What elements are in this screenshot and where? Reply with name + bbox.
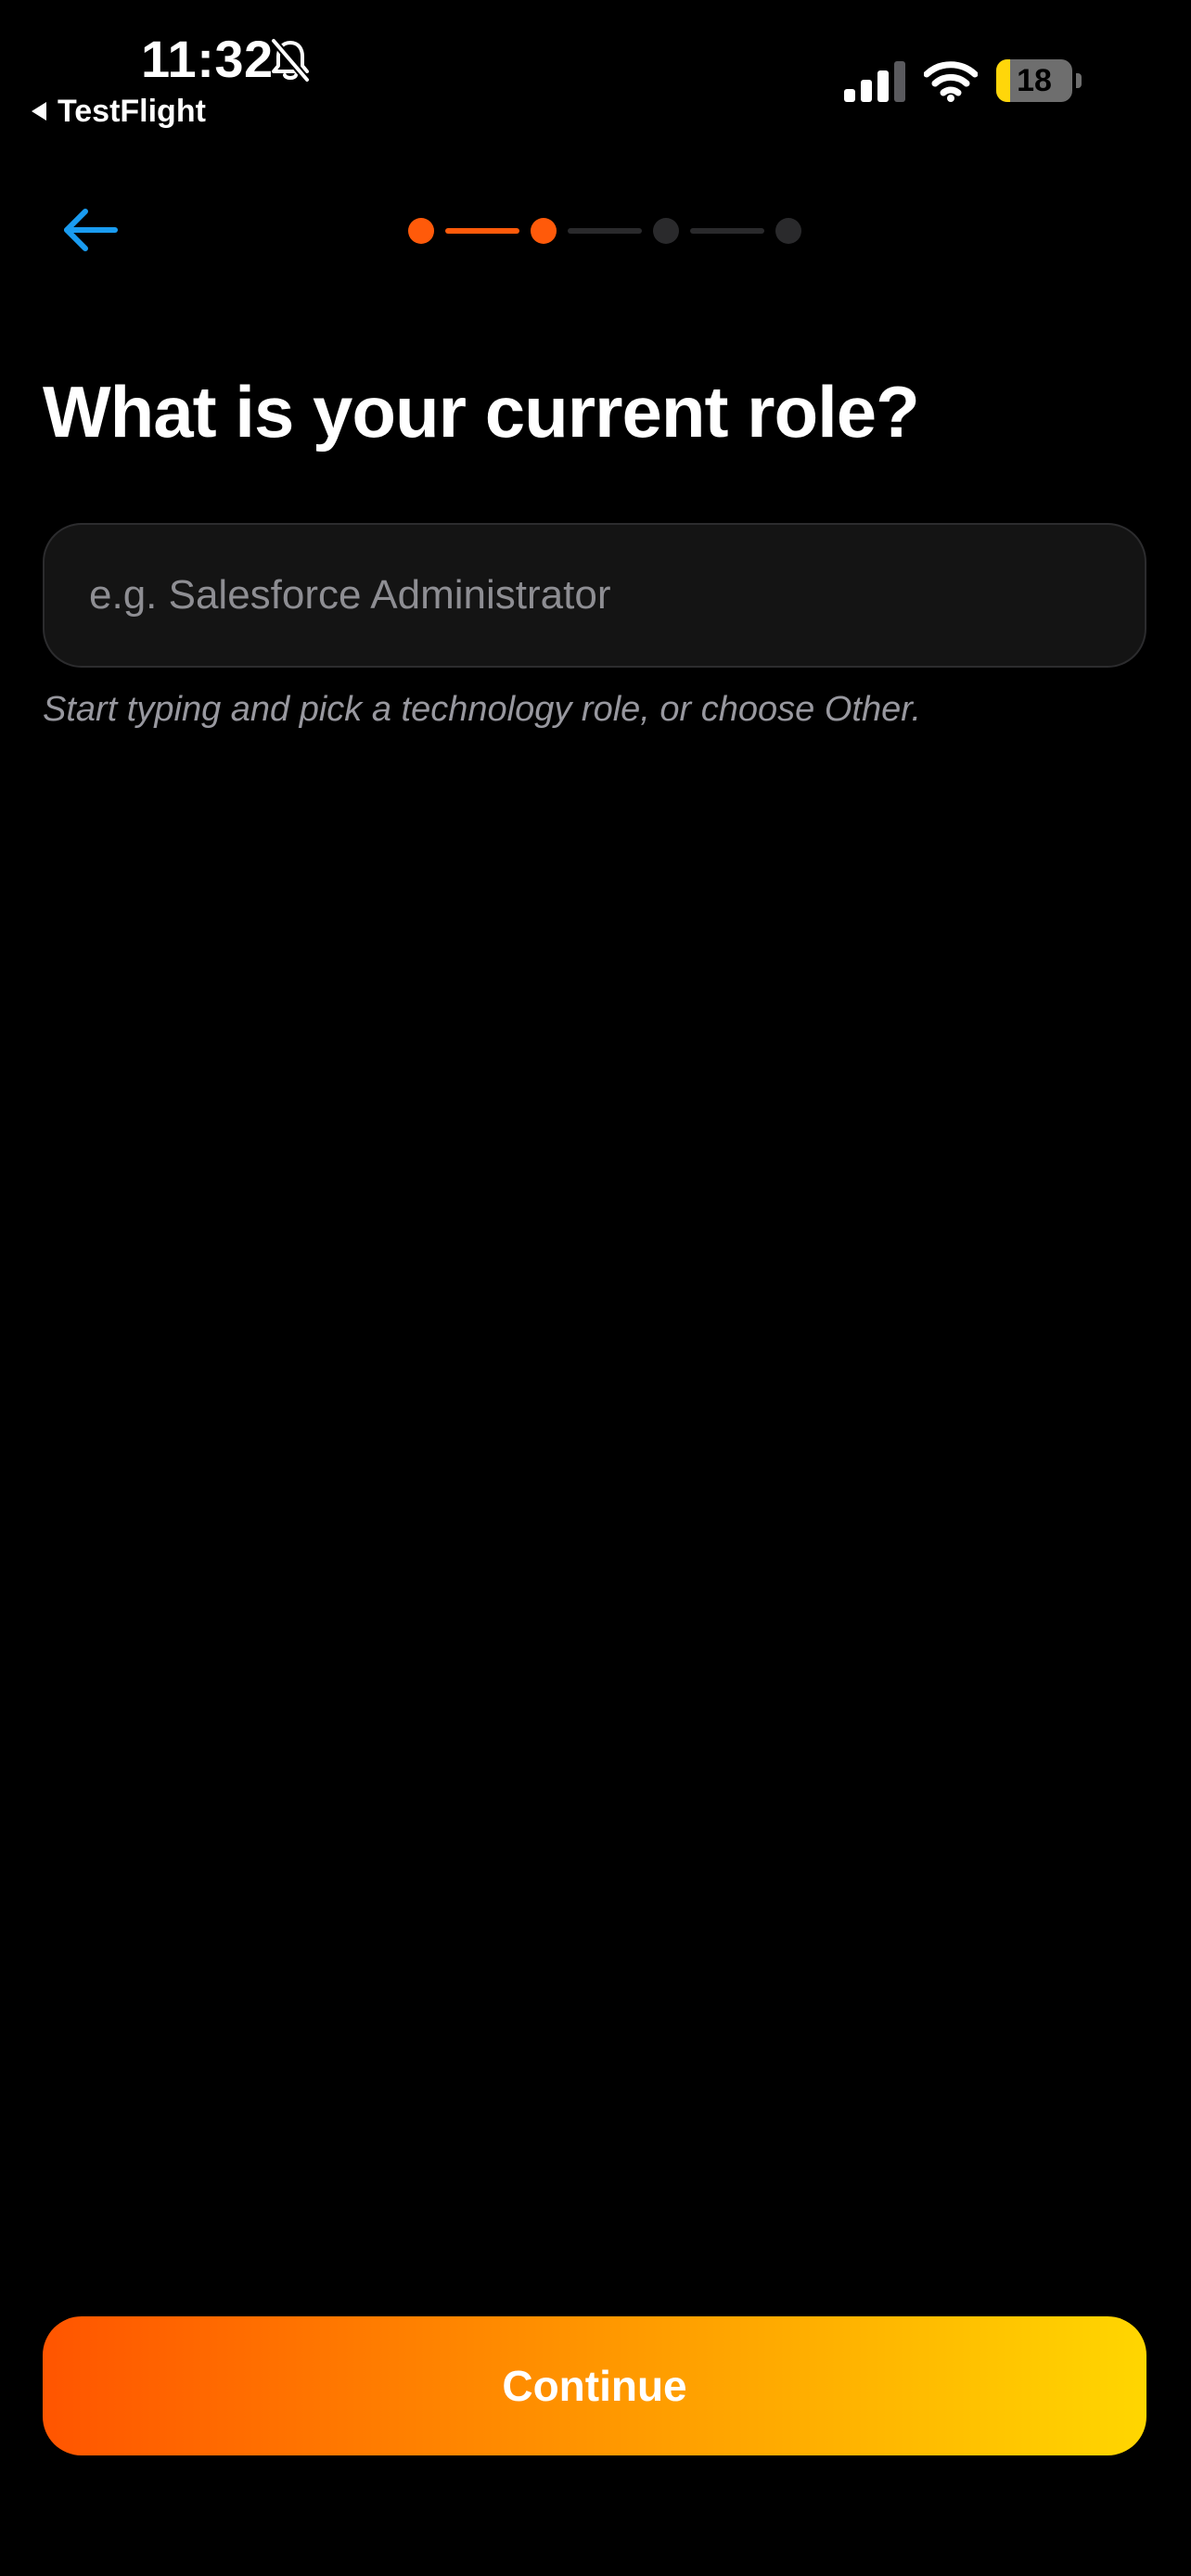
status-bar: 11:32 TestFlight 18 xyxy=(0,0,1191,148)
role-hint: Start typing and pick a technology role,… xyxy=(43,690,922,729)
wifi-icon xyxy=(924,61,978,102)
bell-slash-icon xyxy=(270,37,311,83)
signal-bar xyxy=(844,89,855,102)
progress-step-dot xyxy=(531,218,557,244)
role-input[interactable] xyxy=(43,523,1146,668)
step-progress-indicator xyxy=(408,216,801,246)
cellular-signal-icon xyxy=(844,61,905,102)
back-to-testflight-link[interactable]: TestFlight xyxy=(32,93,206,130)
progress-connector xyxy=(445,228,519,234)
status-time: 11:32 xyxy=(141,30,274,88)
battery-icon: 18 xyxy=(996,59,1082,102)
back-app-label: TestFlight xyxy=(58,93,206,129)
progress-connector xyxy=(568,228,642,234)
progress-step-dot xyxy=(775,218,801,244)
continue-button[interactable]: Continue xyxy=(43,2316,1146,2455)
page-title: What is your current role? xyxy=(43,371,920,453)
arrow-left-icon xyxy=(64,209,118,251)
signal-bar xyxy=(894,61,905,102)
signal-bar xyxy=(877,70,889,102)
back-triangle-icon xyxy=(32,102,46,121)
progress-step-dot xyxy=(653,218,679,244)
battery-percent: 18 xyxy=(1017,63,1052,98)
progress-connector xyxy=(690,228,764,234)
back-arrow-button[interactable] xyxy=(58,204,124,256)
progress-step-dot xyxy=(408,218,434,244)
signal-bar xyxy=(861,80,872,102)
battery-tip xyxy=(1076,73,1082,88)
